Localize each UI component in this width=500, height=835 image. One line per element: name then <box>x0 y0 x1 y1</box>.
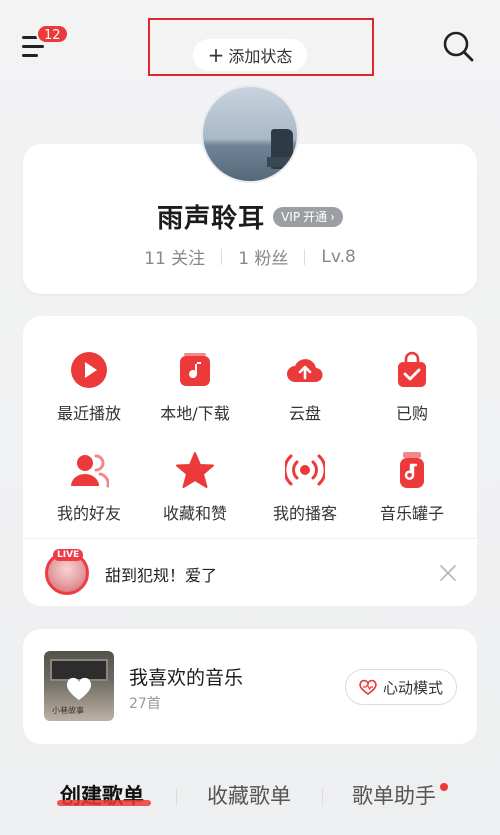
cloud-upload-icon <box>287 359 323 383</box>
grid-item-label: 收藏和赞 <box>162 504 227 523</box>
username[interactable]: 雨声聆耳 <box>157 198 265 235</box>
grid-item-label: 云盘 <box>288 404 321 423</box>
vip-open-tag[interactable]: VIP 开通 › <box>273 206 343 227</box>
stats-row: 11 关注 1 粉丝 Lv.8 <box>23 244 477 270</box>
heart-icon <box>66 677 92 700</box>
tab-divider <box>176 788 177 806</box>
top-bar: 12 + 添加状态 <box>0 0 500 90</box>
heart-pulse-icon <box>359 679 377 695</box>
grid-item-label: 最近播放 <box>56 404 121 423</box>
grid-item-label: 我的播客 <box>272 504 337 523</box>
play-icon <box>71 352 107 388</box>
vip-mark: VIP <box>281 209 301 224</box>
chevron-right-icon: › <box>330 209 335 224</box>
following-count[interactable]: 11 关注 <box>144 244 205 269</box>
level-label[interactable]: Lv.8 <box>321 247 355 267</box>
grid-item-cloud-disk[interactable]: 云盘 <box>255 350 355 424</box>
add-status-label: 添加状态 <box>228 47 293 66</box>
grid-item-local-download[interactable]: 本地/下载 <box>145 350 245 424</box>
grid-item-label: 我的好友 <box>56 504 121 523</box>
avatar[interactable] <box>201 85 299 183</box>
grid-item-favorites-likes[interactable]: 收藏和赞 <box>145 450 245 524</box>
grid-item-label: 本地/下载 <box>160 404 230 423</box>
liked-music-cover[interactable]: 小巷故事 <box>44 651 114 721</box>
close-icon[interactable] <box>438 563 458 583</box>
broadcast-icon <box>285 454 325 486</box>
friends-icon <box>71 454 109 488</box>
vip-open-label: 开通 <box>303 210 328 224</box>
cover-caption: 小巷故事 <box>52 706 84 715</box>
divider <box>304 248 306 265</box>
grid-item-purchased[interactable]: 已购 <box>362 350 462 424</box>
grid-item-label: 音乐罐子 <box>379 504 444 523</box>
grid-item-label: 已购 <box>395 404 428 423</box>
shopping-bag-check-icon <box>398 351 426 387</box>
menu-line <box>22 45 44 48</box>
add-status-button[interactable]: + 添加状态 <box>193 39 307 71</box>
tab-playlist-assistant[interactable]: 歌单助手 <box>352 780 436 810</box>
feature-grid-card: 最近播放 本地/下载 云盘 已购 我的好友 收藏和赞 我的播客 音乐罐子 LIV… <box>23 316 477 606</box>
active-tab-underline <box>57 800 151 806</box>
star-icon <box>176 452 214 488</box>
menu-line <box>22 54 38 57</box>
liked-music-card[interactable]: 小巷故事 我喜欢的音乐 27首 心动模式 <box>23 629 477 744</box>
liked-music-count: 27首 <box>129 696 161 712</box>
heartbeat-mode-label: 心动模式 <box>382 678 443 697</box>
divider <box>221 248 223 265</box>
live-text[interactable]: 甜到犯规！爱了 <box>105 562 217 586</box>
grid-item-my-podcast[interactable]: 我的播客 <box>255 450 355 524</box>
followers-count[interactable]: 1 粉丝 <box>238 244 288 269</box>
live-badge: LIVE <box>53 549 84 561</box>
new-indicator-dot <box>440 783 448 791</box>
search-icon[interactable] <box>440 28 476 64</box>
liked-music-title[interactable]: 我喜欢的音乐 <box>129 663 243 690</box>
tab-divider <box>322 788 323 806</box>
plus-icon: + <box>207 43 225 67</box>
live-recommendation-row[interactable]: LIVE 甜到犯规！爱了 <box>23 538 477 606</box>
grid-item-my-friends[interactable]: 我的好友 <box>39 450 139 524</box>
avatar-ledge <box>267 157 297 167</box>
music-note-icon <box>180 353 210 386</box>
name-row: 雨声聆耳 VIP 开通 › <box>23 198 477 235</box>
grid-item-recent-play[interactable]: 最近播放 <box>39 350 139 424</box>
heartbeat-mode-button[interactable]: 心动模式 <box>345 669 457 705</box>
tab-collected-playlists[interactable]: 收藏歌单 <box>207 780 291 810</box>
music-jar-icon <box>400 452 424 488</box>
grid-item-music-jar[interactable]: 音乐罐子 <box>362 450 462 524</box>
notification-badge: 12 <box>36 24 69 44</box>
